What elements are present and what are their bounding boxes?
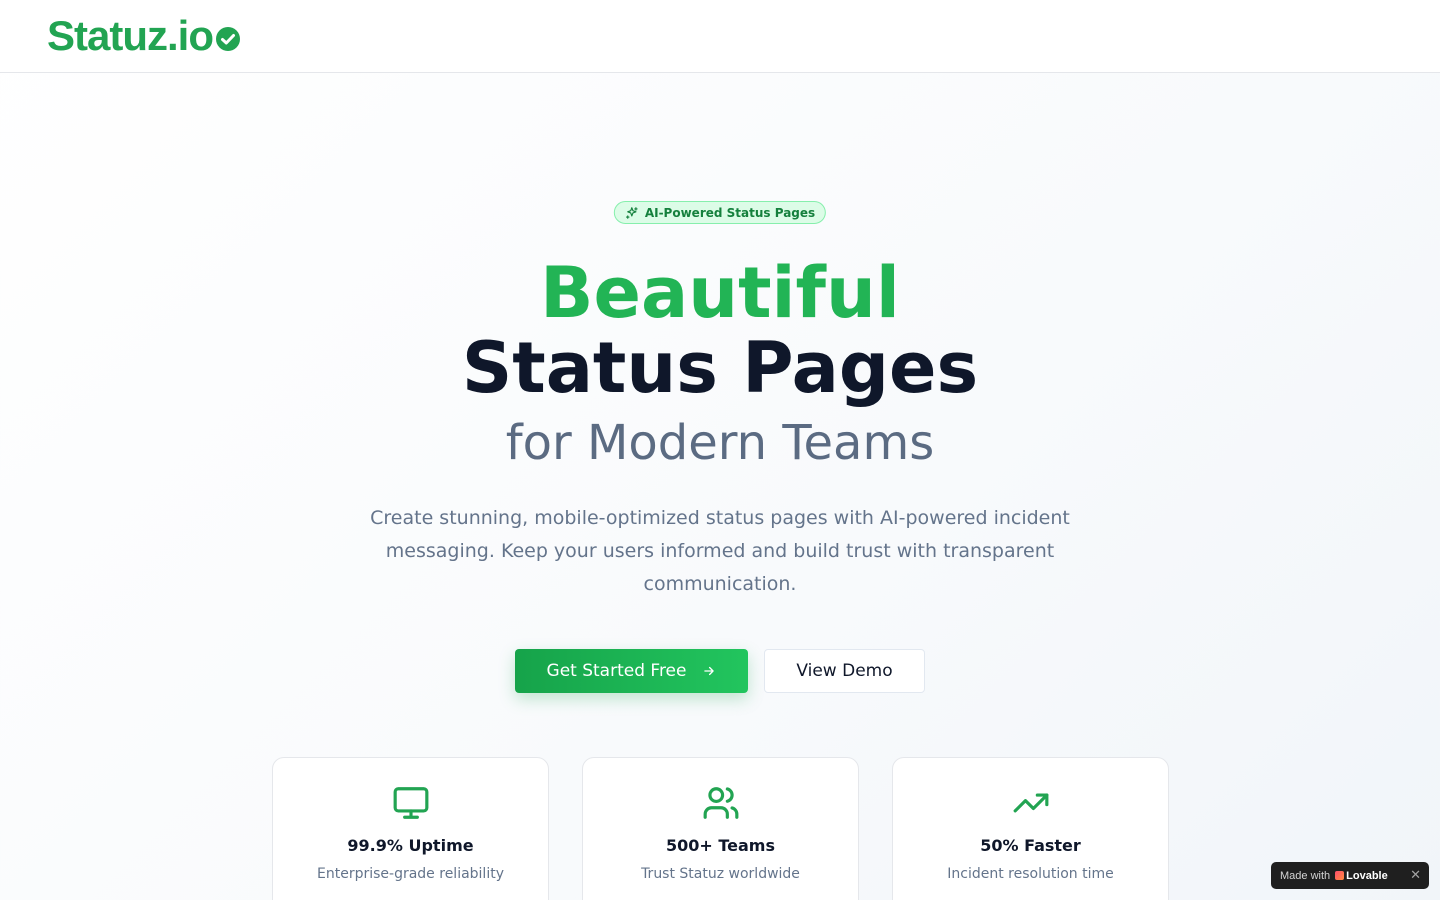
hero-title-line1: Beautiful (540, 252, 900, 334)
stat-value: 50% Faster (980, 836, 1081, 855)
arrow-right-icon (704, 666, 715, 676)
stat-desc: Incident resolution time (947, 866, 1114, 882)
site-header: Statuz.io (0, 0, 1440, 73)
made-with-lovable-badge[interactable]: Made with Lovable ✕ (1271, 862, 1429, 889)
close-icon[interactable]: ✕ (1410, 867, 1421, 883)
check-circle-icon (216, 27, 240, 51)
hero-description: Create stunning, mobile-optimized status… (370, 507, 1070, 595)
logo[interactable]: Statuz.io (47, 12, 241, 60)
hero-badge: AI-Powered Status Pages (613, 201, 827, 224)
lovable-prefix: Made with (1280, 869, 1331, 882)
stat-value: 99.9% Uptime (347, 836, 474, 855)
trending-up-icon (1013, 793, 1048, 813)
get-started-label: Get Started Free (546, 661, 687, 681)
stat-desc: Trust Statuz worldwide (641, 866, 800, 882)
lovable-heart-icon (1335, 871, 1345, 880)
stat-desc: Enterprise-grade reliability (317, 866, 504, 882)
lovable-brand-label: Lovable (1346, 869, 1388, 882)
stat-card-teams: 500+ Teams Trust Statuz worldwide (582, 757, 859, 900)
hero-subtitle: for Modern Teams (505, 415, 935, 471)
sparkles-icon (625, 206, 638, 219)
stats-row: 99.9% Uptime Enterprise-grade reliabilit… (272, 757, 1169, 900)
view-demo-button[interactable]: View Demo (764, 649, 925, 693)
lovable-brand: Lovable (1335, 870, 1388, 882)
logo-text: Statuz.io (47, 12, 214, 59)
hero-badge-label: AI-Powered Status Pages (644, 205, 816, 220)
users-icon (703, 787, 738, 819)
cta-group: Get Started Free View Demo (0, 649, 1440, 693)
monitor-icon (393, 787, 428, 819)
get-started-button[interactable]: Get Started Free (515, 649, 748, 693)
stat-card-faster: 50% Faster Incident resolution time (892, 757, 1169, 900)
stat-value: 500+ Teams (665, 836, 775, 855)
hero-title-line2: Status Pages (461, 327, 979, 409)
stat-card-uptime: 99.9% Uptime Enterprise-grade reliabilit… (272, 757, 549, 900)
